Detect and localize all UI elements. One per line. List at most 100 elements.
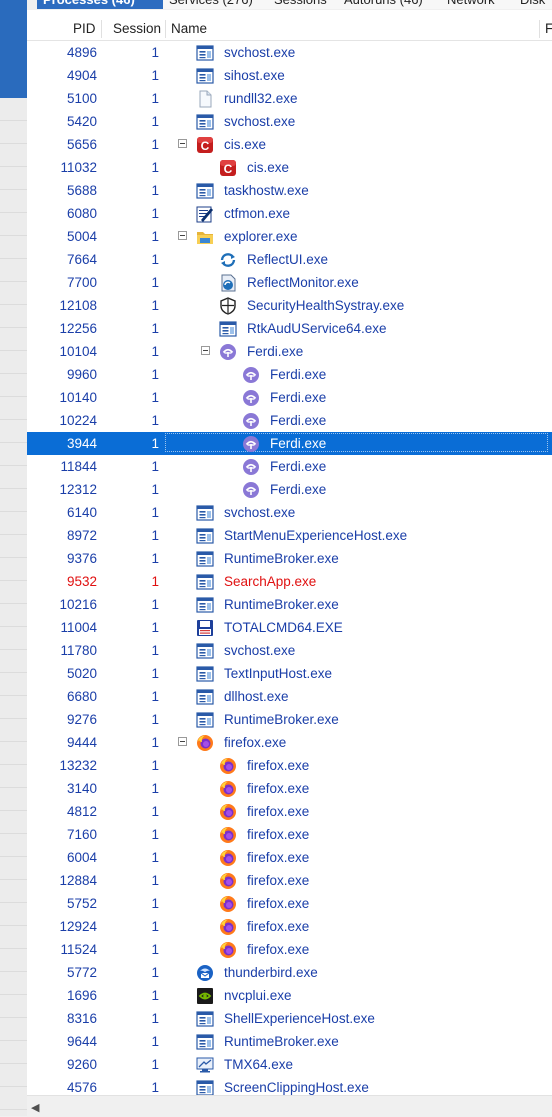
process-row[interactable]: 3944 1 Ferdi.exe (27, 432, 552, 455)
process-row[interactable]: 11844 1 Ferdi.exe (27, 455, 552, 478)
process-row[interactable]: 9532 1 SearchApp.exe (27, 570, 552, 593)
process-row[interactable]: 4812 1 firefox.exe (27, 800, 552, 823)
column-header-pid[interactable]: PID (73, 18, 96, 40)
process-row[interactable]: 12884 1 firefox.exe (27, 869, 552, 892)
background-gridline (0, 327, 27, 328)
process-name: Ferdi.exe (247, 344, 304, 359)
process-row[interactable]: 11032 1 Ccis.exe (27, 156, 552, 179)
process-pid: 4904 (66, 68, 97, 83)
process-session: 1 (151, 367, 159, 382)
process-pid: 11844 (60, 459, 97, 474)
process-row[interactable]: 4576 1 ScreenClippingHost.exe (27, 1076, 552, 1095)
process-row[interactable]: 9644 1 RuntimeBroker.exe (27, 1030, 552, 1053)
tab-autoruns[interactable]: Autoruns (46) (338, 0, 447, 9)
process-row[interactable]: 12108 1 SecurityHealthSystray.exe (27, 294, 552, 317)
process-row[interactable]: 9260 1 TMX64.exe (27, 1053, 552, 1076)
horizontal-scrollbar[interactable]: ◀ (27, 1095, 552, 1117)
tree-collapse-toggle-icon[interactable] (178, 231, 187, 240)
process-row[interactable]: 5004 1 explorer.exe (27, 225, 552, 248)
column-divider[interactable] (101, 20, 102, 38)
process-row[interactable]: 9376 1 RuntimeBroker.exe (27, 547, 552, 570)
process-row[interactable]: 5020 1 TextInputHost.exe (27, 662, 552, 685)
process-row[interactable]: 12256 1 RtkAudUService64.exe (27, 317, 552, 340)
background-gridline (0, 442, 27, 443)
background-gridline (0, 373, 27, 374)
process-row[interactable]: 5100 1 rundll32.exe (27, 87, 552, 110)
process-name: nvcplui.exe (224, 988, 292, 1003)
process-session: 1 (151, 919, 159, 934)
process-row[interactable]: 3140 1 firefox.exe (27, 777, 552, 800)
column-divider[interactable] (165, 20, 166, 38)
process-row[interactable]: 9960 1 Ferdi.exe (27, 363, 552, 386)
process-row[interactable]: 5772 1 thunderbird.exe (27, 961, 552, 984)
process-row[interactable]: 10140 1 Ferdi.exe (27, 386, 552, 409)
process-row[interactable]: 10216 1 RuntimeBroker.exe (27, 593, 552, 616)
process-row[interactable]: 13232 1 firefox.exe (27, 754, 552, 777)
process-row[interactable]: 7160 1 firefox.exe (27, 823, 552, 846)
process-session: 1 (151, 712, 159, 727)
process-row[interactable]: 12924 1 firefox.exe (27, 915, 552, 938)
background-gridline (0, 764, 27, 765)
process-row[interactable]: 5752 1 firefox.exe (27, 892, 552, 915)
process-row[interactable]: 11780 1 svchost.exe (27, 639, 552, 662)
process-row[interactable]: 12312 1 Ferdi.exe (27, 478, 552, 501)
svg-text:C: C (224, 162, 233, 176)
process-row[interactable]: 6080 1 ctfmon.exe (27, 202, 552, 225)
background-gridline (0, 741, 27, 742)
column-header-session[interactable]: Session (113, 18, 161, 40)
svg-text:C: C (201, 139, 210, 153)
column-divider[interactable] (539, 20, 540, 38)
process-name: StartMenuExperienceHost.exe (224, 528, 408, 543)
process-row[interactable]: 11524 1 firefox.exe (27, 938, 552, 961)
process-row[interactable]: 9444 1 firefox.exe (27, 731, 552, 754)
tree-collapse-toggle-icon[interactable] (178, 737, 187, 746)
process-session: 1 (151, 321, 159, 336)
tab-services[interactable]: Services (276) (163, 0, 274, 9)
window-app-icon (196, 182, 214, 200)
process-session: 1 (151, 620, 159, 635)
process-row[interactable]: 11004 1 TOTALCMD64.EXE (27, 616, 552, 639)
process-pid: 13232 (59, 758, 97, 773)
tab-network[interactable]: Network (441, 0, 516, 9)
process-pid: 4576 (66, 1080, 97, 1095)
process-pid: 10224 (59, 413, 97, 428)
column-header-extra[interactable]: F (545, 18, 552, 40)
process-name: ctfmon.exe (224, 206, 291, 221)
window-app-icon (196, 44, 214, 62)
process-name: Ferdi.exe (270, 482, 327, 497)
tab-disk[interactable]: Disk (514, 0, 552, 9)
process-row[interactable]: 6004 1 firefox.exe (27, 846, 552, 869)
process-row[interactable]: 10104 1 Ferdi.exe (27, 340, 552, 363)
tab-processes[interactable]: Processes (46) (37, 0, 164, 9)
window-app-icon (219, 320, 237, 338)
process-session: 1 (151, 988, 159, 1003)
process-session: 1 (151, 275, 159, 290)
process-row[interactable]: 4896 1 svchost.exe (27, 41, 552, 64)
tree-collapse-toggle-icon[interactable] (201, 346, 210, 355)
process-row[interactable]: 8316 1 ShellExperienceHost.exe (27, 1007, 552, 1030)
scroll-left-arrow-icon[interactable]: ◀ (31, 1101, 39, 1114)
process-row[interactable]: 6680 1 dllhost.exe (27, 685, 552, 708)
process-row[interactable]: 7664 1 ReflectUI.exe (27, 248, 552, 271)
process-row[interactable]: 10224 1 Ferdi.exe (27, 409, 552, 432)
firefox-icon (219, 895, 237, 913)
background-gridline (0, 396, 27, 397)
process-row[interactable]: 5420 1 svchost.exe (27, 110, 552, 133)
background-gridline (0, 1063, 27, 1064)
process-row[interactable]: 9276 1 RuntimeBroker.exe (27, 708, 552, 731)
process-row[interactable]: 7700 1 ReflectMonitor.exe (27, 271, 552, 294)
process-row[interactable]: 5656 1 Ccis.exe (27, 133, 552, 156)
process-pid: 8972 (66, 528, 97, 543)
process-row[interactable]: 5688 1 taskhostw.exe (27, 179, 552, 202)
process-pid: 5688 (66, 183, 97, 198)
background-gridline (0, 718, 27, 719)
process-session: 1 (151, 436, 159, 451)
process-row[interactable]: 6140 1 svchost.exe (27, 501, 552, 524)
firefox-icon (219, 849, 237, 867)
process-row[interactable]: 8972 1 StartMenuExperienceHost.exe (27, 524, 552, 547)
tree-collapse-toggle-icon[interactable] (178, 139, 187, 148)
comodo-icon: C (196, 136, 214, 154)
process-row[interactable]: 1696 1 nvcplui.exe (27, 984, 552, 1007)
process-row[interactable]: 4904 1 sihost.exe (27, 64, 552, 87)
column-header-name[interactable]: Name (171, 18, 207, 40)
